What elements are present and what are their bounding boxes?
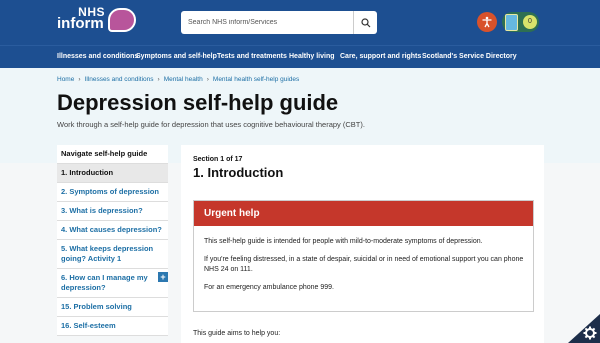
nav-symptoms-and-self-help[interactable]: Symptoms and self-help: [136, 53, 217, 60]
nav-care-support-rights[interactable]: Care, support and rights: [340, 53, 421, 60]
guide-navigation: Navigate self-help guide 1. Introduction…: [57, 145, 168, 336]
nhs-inform-logo[interactable]: NHS inform: [57, 6, 105, 32]
site-header: NHS inform 0: [0, 0, 600, 45]
cookie-settings-button[interactable]: [568, 314, 600, 343]
section-count: Section 1 of 17: [193, 156, 243, 163]
breadcrumb-home[interactable]: Home: [57, 76, 74, 83]
nav-tests-and-treatments[interactable]: Tests and treatments: [217, 53, 287, 60]
guide-item-manage[interactable]: 6. How can I manage my depression? +: [57, 269, 168, 298]
search-input[interactable]: [181, 11, 351, 34]
nav-illnesses-and-conditions[interactable]: Illnesses and conditions: [57, 53, 138, 60]
urgent-help-panel: Urgent help This self-help guide is inte…: [193, 200, 534, 312]
guide-item-symptoms[interactable]: 2. Symptoms of depression: [57, 183, 168, 202]
urgent-help-heading: Urgent help: [194, 201, 533, 226]
page-subtitle: Work through a self-help guide for depre…: [57, 120, 365, 129]
accessibility-icon: [482, 16, 492, 28]
saved-count-badge: 0: [523, 15, 537, 29]
guide-item-keeps-going[interactable]: 5. What keeps depression going? Activity…: [57, 240, 168, 269]
section-title: 1. Introduction: [193, 165, 284, 180]
breadcrumb: Home › Illnesses and conditions › Mental hea…: [57, 76, 300, 83]
logo-inform-text: inform: [57, 15, 104, 32]
guide-navigation-heading: Navigate self-help guide: [57, 145, 168, 164]
logo-speech-bubble-icon: [108, 8, 136, 32]
guide-item-causes[interactable]: 4. What causes depression?: [57, 221, 168, 240]
search-icon: [360, 17, 370, 27]
breadcrumb-self-help-guides[interactable]: Mental health self-help guides: [213, 76, 299, 83]
nav-service-directory[interactable]: Scotland's Service Directory: [422, 53, 517, 60]
nav-healthy-living[interactable]: Healthy living: [289, 53, 335, 60]
breadcrumb-illnesses[interactable]: Illnesses and conditions: [85, 76, 154, 83]
urgent-help-ambulance: For an emergency ambulance phone 999.: [204, 284, 334, 291]
guide-item-what-is-depression[interactable]: 3. What is depression?: [57, 202, 168, 221]
main-nav: Illnesses and conditions Symptoms and se…: [0, 45, 600, 68]
expand-icon[interactable]: +: [158, 272, 168, 282]
urgent-help-intro: This self-help guide is intended for peo…: [204, 238, 483, 245]
guide-aims-text: This guide aims to help you:: [193, 330, 281, 337]
search-box: [181, 11, 377, 34]
accessibility-button[interactable]: [477, 12, 497, 32]
search-button[interactable]: [353, 11, 377, 34]
my-guides-button[interactable]: 0: [502, 12, 539, 32]
page-title: Depression self-help guide: [57, 90, 339, 115]
guide-content: Section 1 of 17 1. Introduction Urgent h…: [181, 145, 544, 343]
breadcrumb-mental-health[interactable]: Mental health: [164, 76, 203, 83]
guide-item-self-esteem[interactable]: 16. Self-esteem: [57, 317, 168, 336]
guide-item-problem-solving[interactable]: 15. Problem solving: [57, 298, 168, 317]
urgent-help-nhs24: If you're feeling distressed, in a state…: [204, 256, 524, 273]
saved-pages-icon: [505, 14, 518, 31]
guide-item-introduction[interactable]: 1. Introduction: [57, 164, 168, 183]
